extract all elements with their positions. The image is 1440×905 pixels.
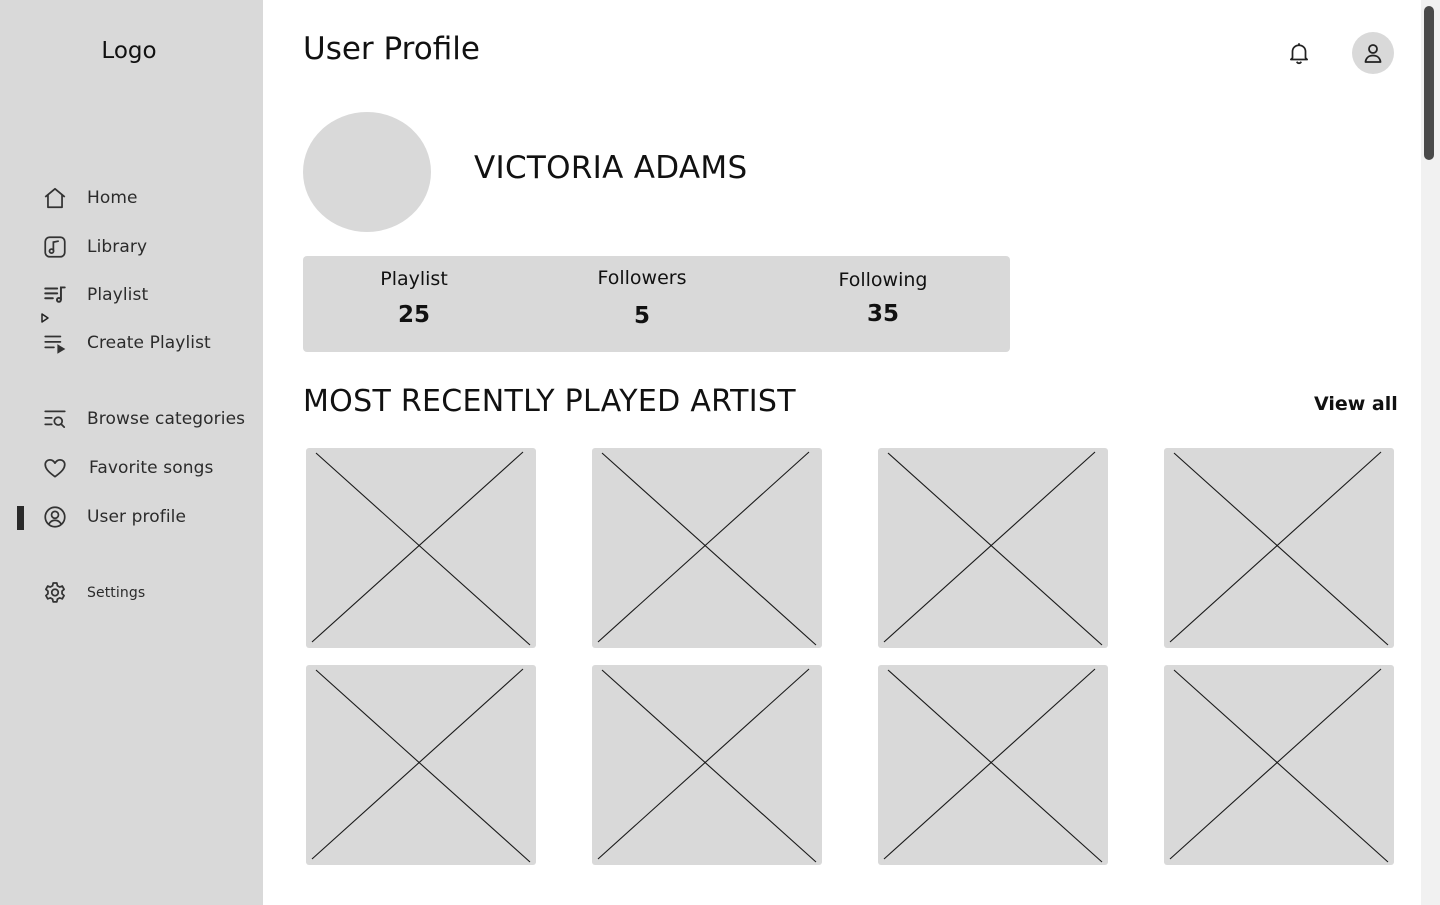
view-all-link[interactable]: View all [1314,393,1398,415]
account-avatar-button[interactable] [1352,32,1394,74]
play-arrow-icon [41,313,49,323]
sidebar-item-home[interactable]: Home [40,182,255,214]
artist-card[interactable] [1164,665,1394,865]
artist-card[interactable] [592,665,822,865]
stat-label: Followers [597,267,687,289]
stat-followers[interactable]: Followers 5 [562,267,722,329]
bell-icon [1290,43,1308,65]
artist-card[interactable] [878,665,1108,865]
browse-search-icon [40,404,70,434]
sidebar-item-label: Settings [87,585,146,601]
image-placeholder-icon [311,668,531,863]
scrollbar-thumb[interactable] [1424,6,1434,160]
home-icon [40,183,70,213]
stat-following[interactable]: Following 35 [803,269,963,327]
sidebar-item-label: User profile [87,507,187,527]
sidebar-item-label: Library [87,237,148,257]
scrollbar[interactable] [1421,0,1440,905]
notifications-button[interactable] [1283,37,1315,69]
artist-card[interactable] [592,448,822,648]
user-icon [1364,44,1382,63]
artist-grid [306,448,1396,866]
artist-card[interactable] [1164,448,1394,648]
image-placeholder-icon [311,451,531,646]
sidebar-item-label: Playlist [87,285,149,305]
gear-icon [40,578,70,608]
create-playlist-icon [40,328,70,358]
sidebar: Logo Home Library Playlist Create Playli… [0,0,263,905]
music-library-icon [40,232,70,262]
sidebar-item-library[interactable]: Library [40,231,255,263]
sidebar-item-label: Browse categories [87,409,246,429]
sidebar-item-favorite-songs[interactable]: Favorite songs [40,452,255,484]
image-placeholder-icon [883,668,1103,863]
page-title: User Profile [303,31,480,67]
sidebar-item-browse-categories[interactable]: Browse categories [40,403,255,435]
section-title: MOST RECENTLY PLAYED ARTIST [303,384,796,419]
profile-name: VICTORIA ADAMS [474,150,748,186]
sidebar-item-user-profile[interactable]: User profile [40,501,255,533]
stat-label: Playlist [380,268,448,290]
sidebar-item-label: Home [87,188,138,208]
artist-card[interactable] [306,665,536,865]
image-placeholder-icon [1169,668,1389,863]
stat-label: Following [838,269,928,291]
image-placeholder-icon [597,668,817,863]
profile-stats: Playlist 25 Followers 5 Following 35 [303,256,1010,352]
stat-value: 35 [866,301,899,327]
stat-value: 25 [397,302,430,328]
logo[interactable]: Logo [0,38,258,64]
sidebar-item-settings[interactable]: Settings [40,577,255,609]
sidebar-item-create-playlist[interactable]: Create Playlist [40,327,255,359]
stat-value: 5 [633,303,650,329]
playlist-icon [40,280,70,310]
sidebar-item-label: Favorite songs [89,458,214,478]
image-placeholder-icon [1169,451,1389,646]
image-placeholder-icon [883,451,1103,646]
user-circle-icon [40,502,70,532]
profile-picture [303,112,431,232]
stat-playlist[interactable]: Playlist 25 [334,268,494,328]
sidebar-item-label: Create Playlist [87,333,211,353]
artist-card[interactable] [878,448,1108,648]
image-placeholder-icon [597,451,817,646]
sidebar-item-playlist[interactable]: Playlist [40,279,255,311]
heart-icon [40,453,70,483]
artist-card[interactable] [306,448,536,648]
main-content: User Profile VICTORIA ADAMS Playlist 25 … [263,0,1421,905]
active-indicator [17,506,24,530]
